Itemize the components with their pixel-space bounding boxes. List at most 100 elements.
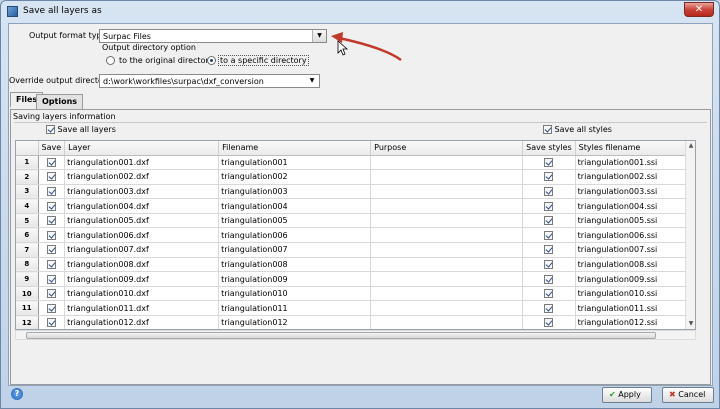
save-styles-checkbox-cell[interactable]: [522, 169, 576, 185]
save-styles-checkbox[interactable]: [544, 157, 554, 167]
close-window-button[interactable]: ✕: [684, 2, 714, 17]
save-checkbox[interactable]: [46, 303, 56, 313]
filename-cell[interactable]: triangulation010: [218, 286, 372, 302]
save-styles-checkbox[interactable]: [544, 201, 554, 211]
scroll-up-icon[interactable]: ▲: [687, 142, 695, 150]
chevron-down-icon[interactable]: ▼: [312, 30, 326, 42]
layer-cell[interactable]: triangulation007.dxf: [64, 242, 220, 258]
styles-filename-cell[interactable]: triangulation001.ssi: [575, 155, 691, 171]
save-all-layers-checkbox[interactable]: Save all layers: [46, 125, 116, 134]
help-icon[interactable]: ?: [11, 388, 23, 400]
layer-cell[interactable]: triangulation010.dxf: [64, 286, 220, 302]
styles-filename-cell[interactable]: triangulation006.ssi: [575, 227, 691, 244]
layer-cell[interactable]: triangulation002.dxf: [64, 169, 220, 185]
save-checkbox[interactable]: [46, 318, 56, 328]
save-checkbox-cell[interactable]: [38, 155, 66, 171]
radio-specific-label[interactable]: to a specific directory: [218, 55, 309, 66]
save-styles-checkbox[interactable]: [544, 318, 554, 328]
save-styles-checkbox[interactable]: [544, 216, 554, 226]
save-checkbox[interactable]: [46, 230, 56, 240]
filename-cell[interactable]: triangulation005: [218, 213, 372, 229]
col-header-layer[interactable]: Layer: [64, 141, 220, 156]
styles-filename-cell[interactable]: triangulation003.ssi: [575, 184, 691, 200]
layer-cell[interactable]: triangulation012.dxf: [64, 315, 220, 329]
table-row[interactable]: 4 triangulation004.dxf triangulation004 tri…: [16, 198, 691, 214]
filename-cell[interactable]: triangulation009: [218, 271, 372, 287]
save-checkbox-cell[interactable]: [38, 242, 66, 258]
purpose-cell[interactable]: [370, 184, 524, 200]
layer-cell[interactable]: triangulation003.dxf: [64, 184, 220, 200]
save-styles-checkbox[interactable]: [544, 274, 554, 284]
purpose-cell[interactable]: [370, 169, 524, 185]
filename-cell[interactable]: triangulation002: [218, 169, 372, 185]
styles-filename-cell[interactable]: triangulation011.ssi: [575, 300, 691, 317]
save-checkbox-cell[interactable]: [38, 184, 66, 200]
save-styles-checkbox-cell[interactable]: [522, 242, 576, 258]
apply-button[interactable]: ✔ Apply: [602, 387, 652, 403]
col-header-purpose[interactable]: Purpose: [370, 141, 524, 156]
save-checkbox[interactable]: [46, 259, 56, 269]
table-row[interactable]: 11 triangulation011.dxf triangulation011 tr…: [16, 300, 691, 317]
save-checkbox-cell[interactable]: [38, 300, 66, 317]
save-styles-checkbox-cell[interactable]: [522, 286, 576, 302]
purpose-cell[interactable]: [370, 257, 524, 273]
purpose-cell[interactable]: [370, 242, 524, 258]
radio-original-directory[interactable]: [106, 56, 115, 65]
filename-cell[interactable]: triangulation012: [218, 315, 372, 329]
filename-cell[interactable]: triangulation001: [218, 155, 372, 171]
checkbox[interactable]: [543, 125, 552, 134]
purpose-cell[interactable]: [370, 286, 524, 302]
purpose-cell[interactable]: [370, 155, 524, 171]
purpose-cell[interactable]: [370, 213, 524, 229]
table-row[interactable]: 8 triangulation008.dxf triangulation008 tri…: [16, 257, 691, 273]
horizontal-scrollbar[interactable]: [15, 330, 696, 340]
table-row[interactable]: 10 triangulation010.dxf triangulation010 tr…: [16, 286, 691, 302]
vertical-scrollbar[interactable]: ▲ ▼: [685, 141, 695, 329]
title-bar[interactable]: Save all layers as ✕: [1, 1, 719, 23]
filename-cell[interactable]: triangulation008: [218, 257, 372, 273]
col-header-styles-filename[interactable]: Styles filename: [575, 141, 691, 156]
save-styles-checkbox-cell[interactable]: [522, 300, 576, 317]
styles-filename-cell[interactable]: triangulation009.ssi: [575, 271, 691, 287]
radio-original-label[interactable]: to the original directory: [119, 56, 213, 65]
styles-filename-cell[interactable]: triangulation004.ssi: [575, 198, 691, 214]
save-checkbox-cell[interactable]: [38, 227, 66, 244]
save-styles-checkbox-cell[interactable]: [522, 155, 576, 171]
layer-cell[interactable]: triangulation006.dxf: [64, 227, 220, 244]
save-styles-checkbox-cell[interactable]: [522, 184, 576, 200]
save-styles-checkbox[interactable]: [544, 245, 554, 255]
layer-cell[interactable]: triangulation009.dxf: [64, 271, 220, 287]
save-styles-checkbox[interactable]: [544, 186, 554, 196]
save-checkbox-cell[interactable]: [38, 213, 66, 229]
styles-filename-cell[interactable]: triangulation010.ssi: [575, 286, 691, 302]
save-checkbox[interactable]: [46, 157, 56, 167]
save-styles-checkbox-cell[interactable]: [522, 271, 576, 287]
save-styles-checkbox-cell[interactable]: [522, 257, 576, 273]
filename-cell[interactable]: triangulation004: [218, 198, 372, 214]
output-format-select[interactable]: Surpac Files ▼: [99, 29, 327, 43]
save-all-styles-checkbox[interactable]: Save all styles: [543, 125, 612, 134]
filename-cell[interactable]: triangulation007: [218, 242, 372, 258]
col-header-save-styles[interactable]: Save styles: [522, 141, 576, 156]
layer-cell[interactable]: triangulation004.dxf: [64, 198, 220, 214]
table-row[interactable]: 9 triangulation009.dxf triangulation009 tri…: [16, 271, 691, 287]
col-header-save[interactable]: Save: [38, 141, 66, 156]
save-styles-checkbox[interactable]: [544, 259, 554, 269]
styles-filename-cell[interactable]: triangulation007.ssi: [575, 242, 691, 258]
save-styles-checkbox[interactable]: [544, 289, 554, 299]
table-row[interactable]: 12 triangulation012.dxf triangulation012 tr…: [16, 315, 691, 329]
styles-filename-cell[interactable]: triangulation012.ssi: [575, 315, 691, 329]
table-row[interactable]: 6 triangulation006.dxf triangulation006 tri…: [16, 227, 691, 244]
scroll-down-icon[interactable]: ▼: [687, 320, 695, 328]
save-styles-checkbox[interactable]: [544, 230, 554, 240]
save-styles-checkbox-cell[interactable]: [522, 213, 576, 229]
save-checkbox-cell[interactable]: [38, 271, 66, 287]
save-checkbox[interactable]: [46, 186, 56, 196]
filename-cell[interactable]: triangulation011: [218, 300, 372, 317]
save-checkbox[interactable]: [46, 201, 56, 211]
table-row[interactable]: 5 triangulation005.dxf triangulation005 tri…: [16, 213, 691, 229]
purpose-cell[interactable]: [370, 271, 524, 287]
save-styles-checkbox-cell[interactable]: [522, 198, 576, 214]
save-checkbox-cell[interactable]: [38, 198, 66, 214]
save-checkbox-cell[interactable]: [38, 286, 66, 302]
